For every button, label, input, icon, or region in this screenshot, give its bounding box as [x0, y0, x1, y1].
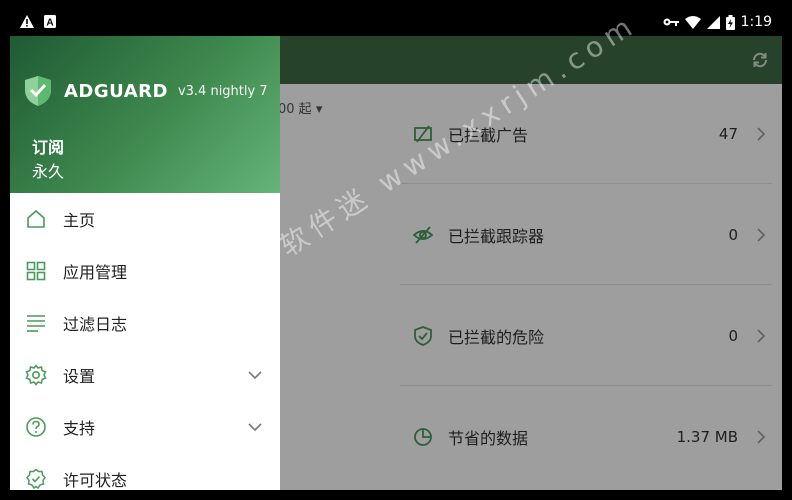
menu-item-support[interactable]: 支持 — [10, 401, 280, 453]
apps-icon — [26, 261, 46, 281]
settings-icon — [25, 364, 47, 386]
app-version: v3.4 nightly 7 — [177, 83, 268, 99]
brand-name: ADGUARD — [64, 80, 168, 102]
menu-label: 过滤日志 — [63, 315, 128, 334]
chevron-down-icon[interactable] — [248, 422, 262, 432]
clock: 1:19 — [740, 14, 772, 30]
subscription-title: 订阅 — [32, 138, 65, 157]
status-bar: A 1:19 — [10, 10, 782, 36]
menu-item-settings[interactable]: 设置 — [10, 349, 280, 401]
license-icon — [26, 468, 46, 490]
device-screen: A 1:19 00 起 ▾ 已拦截广告 47 已拦截跟踪器 0 已拦截的危险 0… — [10, 10, 782, 490]
vpn-key-icon — [663, 18, 679, 26]
signal-icon — [706, 15, 720, 29]
menu-item-home[interactable]: 主页 — [10, 193, 280, 245]
battery-charging-icon — [725, 14, 735, 30]
menu-label: 支持 — [63, 419, 96, 438]
home-icon — [27, 209, 45, 228]
a-notification-icon: A — [44, 15, 56, 28]
menu-item-license[interactable]: 许可状态 — [10, 453, 280, 490]
warning-icon — [20, 15, 34, 28]
filter-log-icon — [27, 315, 45, 332]
adguard-shield-icon — [25, 76, 51, 106]
wifi-icon — [684, 15, 701, 29]
menu-label: 主页 — [63, 211, 96, 230]
chevron-down-icon[interactable] — [248, 370, 262, 380]
menu-item-filter-log[interactable]: 过滤日志 — [10, 297, 280, 349]
drawer-header: ADGUARD v3.4 nightly 7 订阅 永久 — [10, 36, 280, 193]
menu-label: 许可状态 — [63, 471, 128, 490]
help-icon — [26, 417, 46, 437]
subscription-value: 永久 — [32, 162, 65, 181]
menu-label: 设置 — [63, 367, 96, 386]
svg-text:A: A — [46, 18, 53, 29]
